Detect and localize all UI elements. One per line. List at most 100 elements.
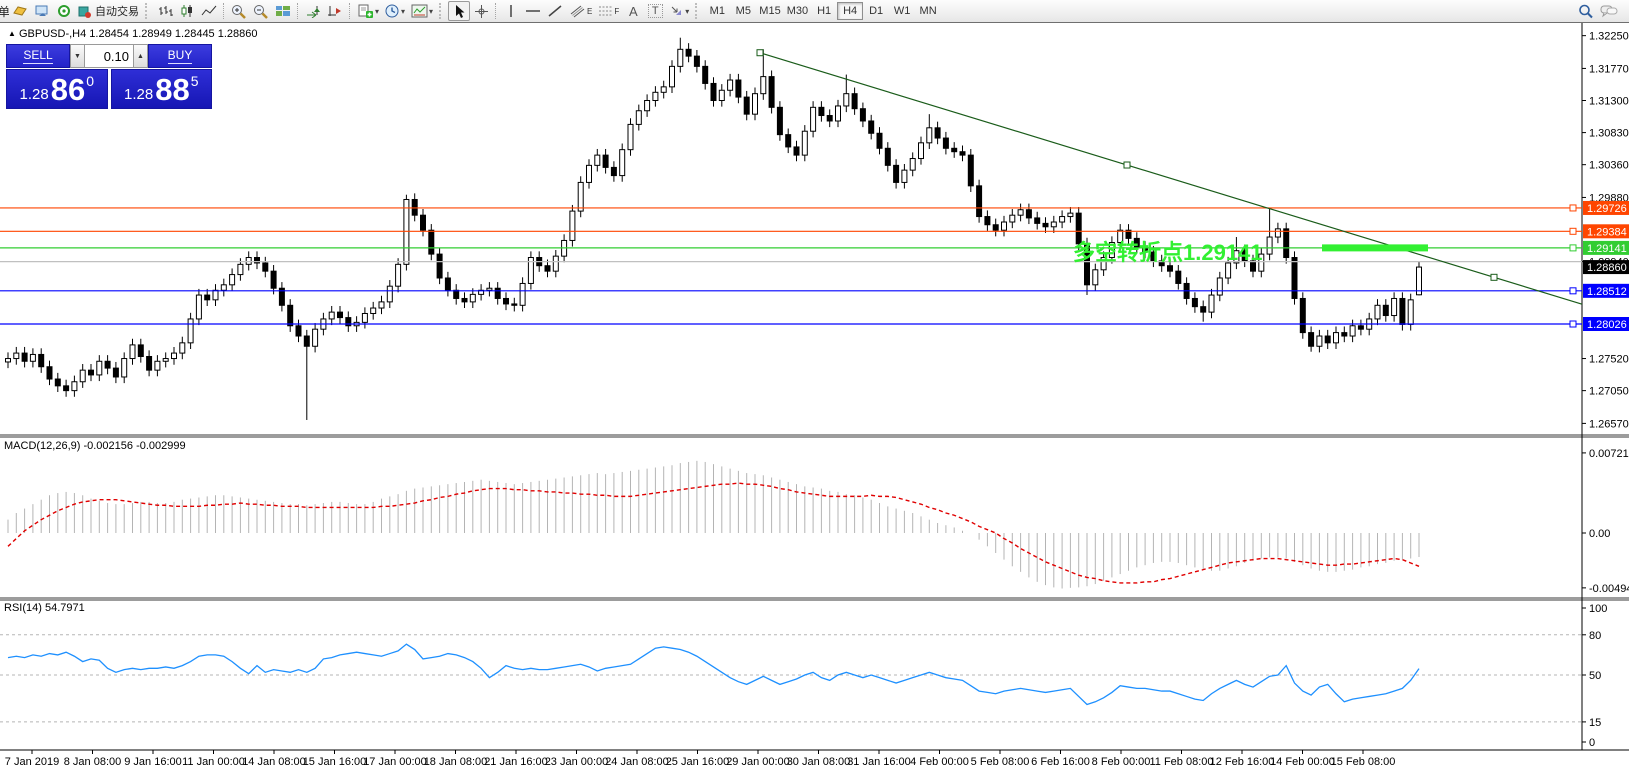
macd-axis[interactable]: 0.0072160.00-0.004943 <box>1582 448 1629 595</box>
symbol-ohlc-line: ▲ GBPUSD-,H4 1.28454 1.28949 1.28445 1.2… <box>8 28 258 40</box>
price-badge-1.29141: 1.29141 <box>1583 241 1629 255</box>
tf-m30[interactable]: M30 <box>784 2 811 20</box>
horizontal-line-icon[interactable] <box>522 1 544 21</box>
svg-text:1.31300: 1.31300 <box>1589 96 1629 108</box>
line-chart-icon[interactable] <box>198 1 220 21</box>
highlight-zone-bar[interactable] <box>1322 244 1428 251</box>
svg-text:21 Jan 16:00: 21 Jan 16:00 <box>484 756 548 768</box>
cursor-icon[interactable] <box>448 1 470 21</box>
bar-chart-icon[interactable] <box>154 1 176 21</box>
label-icon[interactable]: T <box>644 1 666 21</box>
timeframe-bar: M1M5M15M30H1H4D1W1MN <box>704 2 941 20</box>
arrows-icon[interactable]: ▾ <box>666 1 692 21</box>
svg-text:29 Jan 00:00: 29 Jan 00:00 <box>726 756 790 768</box>
macd-histogram <box>8 461 1419 589</box>
tf-h1[interactable]: H1 <box>811 2 837 20</box>
template-button[interactable]: ▾ <box>408 1 436 21</box>
chart-canvas[interactable]: 多空转折点1.291411.322501.317701.313001.30830… <box>0 0 1629 770</box>
buy-price-big: 88 <box>155 75 189 105</box>
buy-button[interactable]: BUY <box>148 44 212 68</box>
level-line-1.28512[interactable] <box>0 288 1582 294</box>
svg-text:0.007216: 0.007216 <box>1589 448 1629 460</box>
svg-text:23 Jan 00:00: 23 Jan 00:00 <box>545 756 609 768</box>
tf-mn[interactable]: MN <box>915 2 941 20</box>
template-icon <box>411 4 428 18</box>
chat-icon[interactable] <box>1597 1 1621 21</box>
crosshair-icon[interactable] <box>470 1 492 21</box>
trading-terminal: 单 自动交易 <box>0 0 1629 770</box>
level-line-1.29726[interactable] <box>0 205 1582 211</box>
svg-text:1.26570: 1.26570 <box>1589 418 1629 430</box>
svg-text:多空转折点1.29141: 多空转折点1.29141 <box>1073 240 1263 265</box>
svg-text:24 Jan 08:00: 24 Jan 08:00 <box>605 756 669 768</box>
svg-text:50: 50 <box>1589 670 1601 682</box>
tf-h4[interactable]: H4 <box>837 2 863 20</box>
tf-m5[interactable]: M5 <box>730 2 756 20</box>
periods-button[interactable]: ▾ <box>382 1 408 21</box>
new-order-button[interactable]: ▾ <box>354 1 382 21</box>
svg-text:5 Feb 08:00: 5 Feb 08:00 <box>971 756 1030 768</box>
autotrade-label: 自动交易 <box>95 3 139 19</box>
svg-text:1.31770: 1.31770 <box>1589 63 1629 75</box>
volume-up-button[interactable]: ▲ <box>133 44 148 68</box>
rsi-label: RSI(14) 54.7971 <box>4 602 85 614</box>
tf-m15[interactable]: M15 <box>756 2 783 20</box>
svg-text:1.32250: 1.32250 <box>1589 31 1629 43</box>
svg-text:1.29384: 1.29384 <box>1587 226 1627 238</box>
zoom-out-icon[interactable] <box>250 1 272 21</box>
sell-price-prefix: 1.28 <box>20 85 49 105</box>
layout-icon[interactable] <box>31 1 53 21</box>
svg-text:8 Feb 00:00: 8 Feb 00:00 <box>1092 756 1151 768</box>
autotrade-icon <box>78 5 92 18</box>
svg-text:18 Jan 08:00: 18 Jan 08:00 <box>424 756 488 768</box>
svg-text:1.29726: 1.29726 <box>1587 203 1627 215</box>
time-axis[interactable]: 7 Jan 20198 Jan 08:009 Jan 16:0011 Jan 0… <box>5 750 1396 768</box>
annotation-text[interactable]: 多空转折点1.29141 <box>1073 240 1263 265</box>
svg-text:12 Feb 16:00: 12 Feb 16:00 <box>1210 756 1275 768</box>
zoom-in-icon[interactable] <box>228 1 250 21</box>
svg-text:15: 15 <box>1589 717 1601 729</box>
svg-text:8 Jan 08:00: 8 Jan 08:00 <box>64 756 122 768</box>
svg-text:14 Jan 08:00: 14 Jan 08:00 <box>242 756 306 768</box>
sell-price-box[interactable]: 1.28860 <box>6 69 108 109</box>
signal-icon[interactable] <box>53 1 75 21</box>
periods-clock-icon <box>385 4 400 19</box>
fibonacci-icon[interactable]: F <box>595 1 622 21</box>
svg-text:-0.004943: -0.004943 <box>1589 583 1629 595</box>
autotrade-button[interactable]: 自动交易 <box>75 1 142 21</box>
vertical-line-icon[interactable] <box>500 1 522 21</box>
svg-text:100: 100 <box>1589 603 1607 615</box>
volume-down-button[interactable]: ▼ <box>70 44 85 68</box>
volume-input[interactable]: 0.10 <box>85 44 133 68</box>
collapse-marker-icon: ▲ <box>8 29 16 38</box>
price-badge-1.28512: 1.28512 <box>1583 284 1629 298</box>
trendline-icon[interactable] <box>544 1 566 21</box>
tf-m1[interactable]: M1 <box>704 2 730 20</box>
text-icon[interactable]: A <box>622 1 644 21</box>
order-ticket-icon[interactable] <box>9 1 31 21</box>
tile-windows-icon[interactable] <box>272 1 294 21</box>
rsi-axis[interactable]: 1008050150 <box>1582 603 1607 749</box>
chart-shift-icon[interactable] <box>324 1 346 21</box>
candle-chart-icon[interactable] <box>176 1 198 21</box>
sell-button[interactable]: SELL <box>6 44 70 68</box>
tf-w1[interactable]: W1 <box>889 2 915 20</box>
tf-d1[interactable]: D1 <box>863 2 889 20</box>
svg-text:30 Jan 08:00: 30 Jan 08:00 <box>787 756 851 768</box>
auto-scroll-icon[interactable] <box>302 1 324 21</box>
svg-text:4 Feb 00:00: 4 Feb 00:00 <box>910 756 969 768</box>
svg-text:14 Feb 00:00: 14 Feb 00:00 <box>1270 756 1335 768</box>
search-icon[interactable] <box>1575 1 1597 21</box>
rsi-line <box>8 644 1419 704</box>
svg-text:1.28860: 1.28860 <box>1587 262 1627 274</box>
svg-text:7 Jan 2019: 7 Jan 2019 <box>5 756 59 768</box>
buy-price-pip: 5 <box>191 70 199 88</box>
buy-price-box[interactable]: 1.28885 <box>111 69 213 109</box>
svg-text:1.28026: 1.28026 <box>1587 319 1627 331</box>
level-line-1.28026[interactable] <box>0 321 1582 327</box>
svg-text:0: 0 <box>1589 737 1595 749</box>
channel-icon[interactable]: E <box>566 1 595 21</box>
buy-price-prefix: 1.28 <box>124 85 153 105</box>
sell-price-big: 86 <box>51 75 85 105</box>
svg-text:6 Feb 16:00: 6 Feb 16:00 <box>1031 756 1090 768</box>
